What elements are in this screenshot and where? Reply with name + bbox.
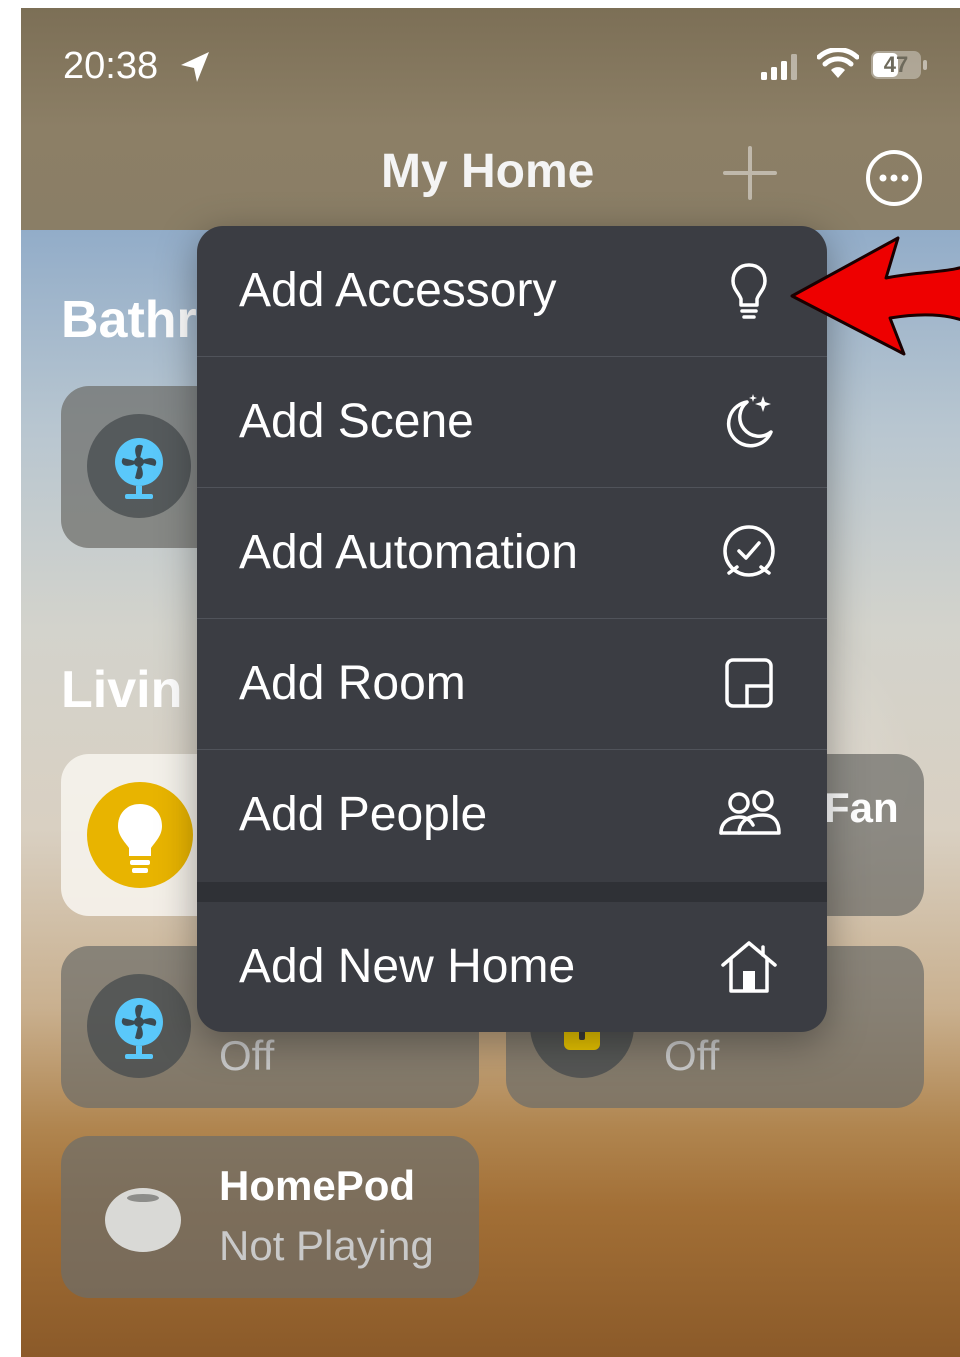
battery-indicator: 47 [871, 51, 929, 79]
section-title-bathroom: Bathr [61, 291, 197, 349]
wifi-icon [817, 48, 859, 78]
plus-icon[interactable] [721, 144, 779, 202]
home-app-screen: Bathr Livin Fan Off Off HomePod Not Play… [21, 8, 960, 1357]
lightbulb-icon [731, 263, 767, 319]
menu-item-add-new-home[interactable]: Add New Home [197, 902, 827, 1032]
annotation-arrow-icon [790, 236, 960, 356]
accessory-tile-homepod[interactable]: HomePod Not Playing [61, 1136, 479, 1298]
menu-item-label: Add Accessory [239, 264, 557, 317]
menu-item-label: Add Room [239, 657, 466, 710]
tile-name: Fan [824, 784, 899, 831]
lightbulb-icon [118, 804, 162, 873]
people-icon [719, 790, 781, 835]
menu-item-label: Add People [239, 788, 488, 841]
tile-name: HomePod [219, 1162, 416, 1209]
cellular-signal-icon [761, 54, 797, 80]
tile-state: Off [664, 1032, 720, 1079]
battery-level: 47 [883, 52, 909, 77]
house-icon [721, 941, 777, 993]
homepod-icon [105, 1188, 181, 1252]
fan-icon [115, 998, 163, 1059]
menu-item-label: Add Automation [239, 526, 578, 579]
lightbulb-icon-circle [87, 782, 193, 888]
fan-icon [115, 438, 163, 499]
header-bar: 20:38 47 My Home [21, 8, 960, 230]
clock-automation-icon [723, 525, 775, 577]
tile-state: Off [219, 1032, 275, 1079]
tile-state: Not Playing [219, 1222, 434, 1269]
room-icon [725, 658, 773, 708]
location-arrow-icon [181, 52, 209, 82]
fan-icon-circle [87, 974, 191, 1078]
add-menu: Add Accessory Add Scene Add Automation A… [197, 226, 827, 1032]
moon-sparkle-icon [726, 394, 773, 448]
page-title: My Home [381, 145, 595, 198]
menu-item-label: Add New Home [239, 940, 576, 993]
fan-icon-circle [87, 414, 191, 518]
menu-item-add-room[interactable]: Add Room [197, 619, 827, 749]
status-time: 20:38 [63, 45, 159, 87]
section-title-living-room: Livin [61, 661, 183, 719]
menu-item-add-accessory[interactable]: Add Accessory [197, 226, 827, 356]
menu-item-add-scene[interactable]: Add Scene [197, 357, 827, 487]
more-options-icon[interactable] [864, 148, 924, 208]
menu-item-add-people[interactable]: Add People [197, 750, 827, 880]
menu-item-add-automation[interactable]: Add Automation [197, 488, 827, 618]
menu-item-label: Add Scene [239, 395, 474, 448]
